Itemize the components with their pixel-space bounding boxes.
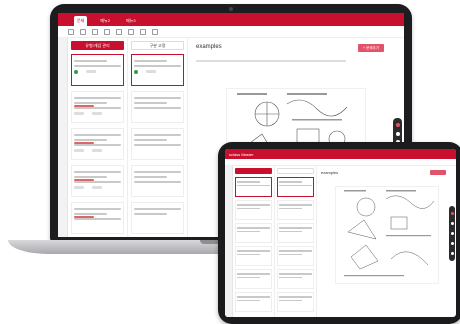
tablet-problem-column [233, 166, 275, 317]
settings-icon[interactable] [140, 28, 146, 35]
paste-icon[interactable] [104, 28, 110, 35]
list-item[interactable] [131, 165, 184, 197]
help-icon[interactable] [152, 28, 158, 35]
list-item[interactable] [71, 91, 124, 123]
list-item[interactable] [277, 269, 314, 289]
list-item[interactable] [71, 128, 124, 160]
status-dot [134, 70, 138, 74]
list-item[interactable] [131, 202, 184, 234]
tablet-left-rail [225, 166, 233, 317]
list-item[interactable] [235, 177, 272, 197]
list-item[interactable] [71, 165, 124, 197]
tablet-floating-tool-bar [449, 206, 455, 261]
table-icon[interactable] [128, 28, 134, 35]
category-column: 구분 고정 [128, 38, 188, 237]
list-item[interactable] [131, 128, 184, 160]
more-icon[interactable] [450, 252, 454, 256]
app-name: sclass Master [229, 151, 254, 157]
tab-2[interactable]: 메뉴2 [97, 16, 113, 26]
list-item[interactable] [71, 202, 124, 234]
search-icon[interactable] [395, 131, 400, 136]
tablet-col1-header[interactable] [235, 168, 272, 174]
list-item[interactable] [277, 292, 314, 312]
tablet-document-preview [335, 186, 439, 284]
camera-icon [229, 7, 233, 11]
list-item[interactable] [235, 223, 272, 243]
app-top-bar: 문제 메뉴2 메뉴3 [58, 13, 404, 26]
redo-icon[interactable] [80, 28, 86, 35]
tablet-top-bar: sclass Master [225, 149, 456, 159]
list-item[interactable] [235, 292, 272, 312]
list-item[interactable] [131, 54, 184, 86]
search-icon[interactable] [450, 221, 454, 225]
add-icon[interactable] [450, 211, 454, 215]
list-item[interactable] [277, 177, 314, 197]
list-item[interactable] [277, 223, 314, 243]
problem-list-column: 유형/개념 관리 [68, 38, 128, 237]
tablet-document-editor: examples [317, 166, 456, 317]
toolbar [58, 26, 404, 38]
list-item[interactable] [277, 246, 314, 266]
list-item[interactable] [131, 91, 184, 123]
copy-icon[interactable] [92, 28, 98, 35]
list-item[interactable] [277, 200, 314, 220]
settings-icon[interactable] [450, 242, 454, 246]
list-item[interactable] [71, 54, 124, 86]
list-item[interactable] [235, 200, 272, 220]
left-rail [58, 38, 68, 237]
status-dot [74, 70, 78, 74]
tablet-frame: sclass Master examples [218, 142, 460, 324]
list-item[interactable] [235, 246, 272, 266]
tablet-add-button[interactable] [430, 170, 446, 175]
tab-1[interactable]: 문제 [74, 16, 88, 26]
tablet-screen: sclass Master examples [225, 149, 456, 317]
col2-header[interactable]: 구분 고정 [131, 41, 184, 50]
tablet-toolbar [225, 159, 456, 166]
tablet-col2-header[interactable] [277, 168, 314, 174]
zoom-icon[interactable] [450, 231, 454, 235]
add-problem-button[interactable]: + 문제추가 [358, 44, 384, 52]
tablet-category-column [275, 166, 317, 317]
add-icon[interactable] [395, 123, 400, 128]
tablet-math-diagram [344, 190, 435, 277]
list-item[interactable] [235, 269, 272, 289]
tab-3[interactable]: 메뉴3 [123, 16, 139, 26]
image-icon[interactable] [116, 28, 122, 35]
undo-icon[interactable] [68, 28, 74, 35]
col1-header-button[interactable]: 유형/개념 관리 [71, 41, 124, 50]
